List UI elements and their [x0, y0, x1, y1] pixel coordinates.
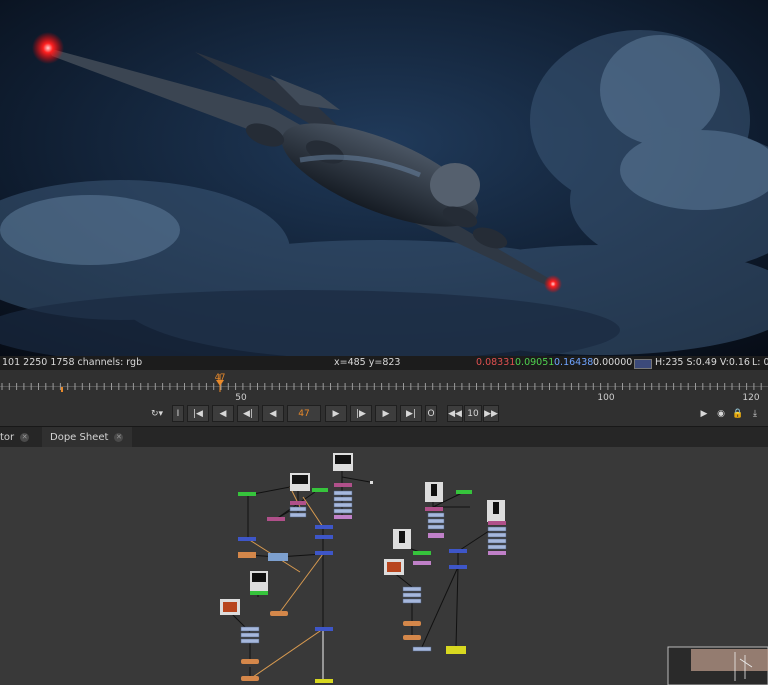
- playhead-label: 47: [215, 373, 226, 383]
- skip-forward-icon[interactable]: ▶▶: [483, 405, 499, 422]
- minimap[interactable]: [667, 646, 768, 685]
- wingtip-light-right: [544, 275, 562, 293]
- increment-field[interactable]: 10: [464, 405, 482, 422]
- pixel-a: 0.00000: [593, 357, 633, 368]
- pixel-g: 0.09051: [515, 357, 555, 368]
- wingtip-light-left: [32, 32, 64, 64]
- cursor-coords: x=485 y=823: [334, 357, 401, 368]
- merge-nodes: [238, 488, 472, 595]
- last-frame-icon[interactable]: ▶|: [400, 405, 422, 422]
- write-node[interactable]: [446, 646, 466, 654]
- out-marker-button[interactable]: O: [425, 405, 437, 422]
- tick-label-50: 50: [235, 393, 247, 402]
- timeline-ticks: 47 50 100 120: [0, 373, 768, 403]
- prev-frame-icon[interactable]: ◀|: [237, 405, 259, 422]
- read-node[interactable]: [250, 571, 268, 591]
- next-frame-icon[interactable]: |▶: [350, 405, 372, 422]
- color-swatch: [634, 359, 652, 369]
- in-marker-button[interactable]: I: [172, 405, 184, 422]
- timeline-ruler[interactable]: 47 50 100 120: [0, 370, 768, 403]
- viewer-info-bar: 101 2250 1758 channels: rgb x=485 y=823 …: [0, 356, 768, 370]
- pixel-b: 0.16438: [554, 357, 594, 368]
- play-forward-icon[interactable]: ▶: [325, 405, 347, 422]
- close-icon[interactable]: ✕: [20, 432, 30, 442]
- read-node[interactable]: [333, 453, 353, 471]
- panel-tab-bar: tor ✕ Dope Sheet ✕: [0, 426, 768, 448]
- lock-icon[interactable]: 🔒: [731, 405, 745, 422]
- read-node[interactable]: [487, 500, 505, 522]
- export-icon[interactable]: ⤓: [747, 405, 763, 422]
- tab-node-editor[interactable]: tor ✕: [0, 427, 30, 448]
- first-frame-icon[interactable]: |◀: [187, 405, 209, 422]
- capture-icon[interactable]: ◉: [714, 405, 728, 422]
- skip-back-icon[interactable]: ◀◀: [447, 405, 463, 422]
- viewer-image[interactable]: [0, 0, 768, 356]
- frame-field[interactable]: 47: [287, 405, 321, 422]
- pixel-luma: L: 0: [752, 357, 768, 368]
- read-node[interactable]: [290, 473, 310, 491]
- node-graph[interactable]: [0, 447, 768, 685]
- read-node[interactable]: [384, 559, 404, 575]
- read-node[interactable]: [425, 482, 443, 502]
- play-backward-icon[interactable]: ◀: [262, 405, 284, 422]
- read-node[interactable]: [220, 599, 240, 615]
- tab-label: Dope Sheet: [50, 432, 109, 443]
- close-icon[interactable]: ✕: [114, 432, 124, 442]
- tick-label-100: 100: [597, 393, 614, 402]
- tab-dope-sheet[interactable]: Dope Sheet ✕: [42, 427, 132, 448]
- pixel-r: 0.08331: [476, 357, 516, 368]
- loop-mode-icon[interactable]: ↻▾: [146, 405, 168, 422]
- transport-controls: ↻▾ I |◀ ◀ ◀| ◀ 47 ▶ |▶ ▶ ▶| O ◀◀ 10 ▶▶ ▶…: [0, 402, 768, 426]
- tick-label-120: 120: [742, 393, 759, 402]
- node-graph-canvas: [220, 453, 768, 685]
- viewer-render: [0, 0, 768, 356]
- read-node[interactable]: [393, 529, 411, 549]
- prev-increment-icon[interactable]: ◀: [212, 405, 234, 422]
- flipbook-icon[interactable]: ▶: [697, 405, 711, 422]
- format-info: 101 2250 1758 channels: rgb: [2, 357, 143, 368]
- next-increment-icon[interactable]: ▶: [375, 405, 397, 422]
- read-nodes: [220, 453, 505, 615]
- pixel-hsv: H:235 S:0.49 V:0.16: [655, 357, 750, 368]
- tab-label: tor: [0, 432, 15, 443]
